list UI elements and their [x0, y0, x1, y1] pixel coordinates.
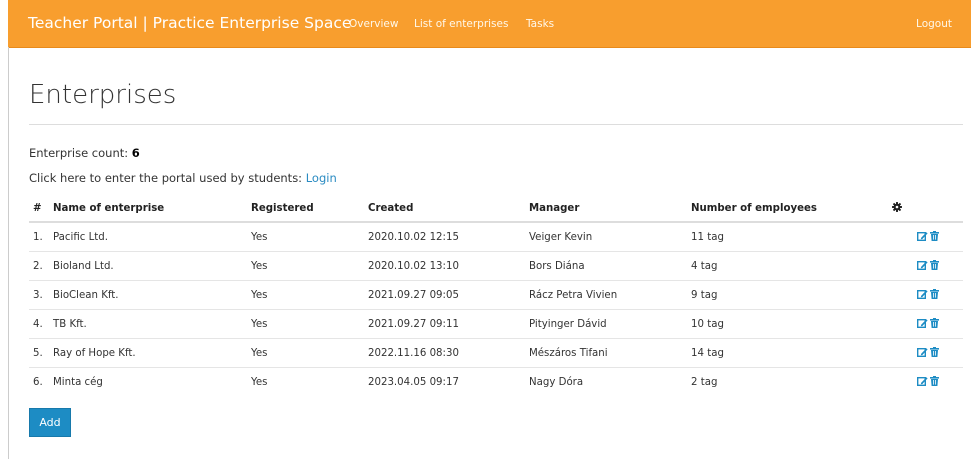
col-manager: Manager	[529, 196, 691, 223]
enterprise-count: Enterprise count: 6	[29, 146, 140, 160]
created-cell: 2021.09.27 09:11	[368, 309, 529, 339]
employees-cell: 10 tag	[691, 309, 892, 339]
left-border	[8, 47, 9, 459]
trash-icon[interactable]	[929, 346, 939, 357]
title-divider	[29, 124, 963, 125]
portal-brand[interactable]: Teacher Portal | Practice Enterprise Spa…	[28, 14, 351, 32]
edit-icon[interactable]	[916, 231, 928, 241]
enterprise-name: Bioland Ltd.	[53, 251, 251, 281]
registered-cell: Yes	[251, 367, 368, 396]
created-cell: 2023.04.05 09:17	[368, 367, 529, 396]
row-number: 3.	[29, 280, 53, 310]
manager-cell: Rácz Petra Vivien	[529, 280, 691, 310]
employees-cell: 14 tag	[691, 338, 892, 368]
table-header-row: # Name of enterprise Registered Created …	[29, 196, 963, 223]
student-portal-text: Click here to enter the portal used by s…	[29, 171, 303, 185]
table-row: 5. Ray of Hope Kft. Yes 2022.11.16 08:30 Més…	[29, 338, 963, 368]
row-actions	[892, 280, 963, 310]
trash-icon[interactable]	[929, 259, 939, 270]
employees-cell: 4 tag	[691, 251, 892, 281]
row-number: 6.	[29, 367, 53, 396]
col-created: Created	[368, 196, 529, 223]
row-actions	[892, 367, 963, 396]
enterprise-name: Pacific Ltd.	[53, 231, 108, 243]
enterprises-table: # Name of enterprise Registered Created …	[29, 196, 963, 396]
enterprise-name: Minta cég	[53, 367, 251, 396]
manager-cell: Nagy Dóra	[529, 367, 691, 396]
registered-cell: Yes	[251, 231, 268, 243]
row-actions	[892, 251, 963, 281]
trash-icon[interactable]	[929, 375, 939, 386]
enterprise-count-value: 6	[131, 146, 140, 160]
enterprise-name: Ray of Hope Kft.	[53, 338, 251, 368]
row-actions	[892, 222, 963, 252]
table-row: 3. BioClean Kft. Yes 2021.09.27 09:05 Rácz P…	[29, 280, 963, 310]
col-settings	[892, 196, 963, 223]
edit-icon[interactable]	[916, 289, 928, 299]
col-number: #	[29, 196, 53, 223]
enterprise-count-label: Enterprise count:	[29, 146, 129, 160]
logout-link[interactable]: Logout	[916, 18, 952, 30]
created-cell: 2020.10.02 13:10	[368, 251, 529, 281]
registered-cell: Yes	[251, 309, 368, 339]
edit-icon[interactable]	[916, 347, 928, 357]
manager-cell: Pityinger Dávid	[529, 309, 691, 339]
table-row: 4. TB Kft. Yes 2021.09.27 09:11 Pityinger Dá…	[29, 309, 963, 339]
created-cell: 2022.11.16 08:30	[368, 338, 529, 368]
employees-cell: 9 tag	[691, 280, 892, 310]
row-number: 4.	[29, 309, 53, 339]
col-employees: Number of employees	[691, 196, 892, 223]
edit-icon[interactable]	[916, 376, 928, 386]
top-navbar: Teacher Portal | Practice Enterprise Spa…	[8, 0, 971, 48]
row-number: 5.	[29, 338, 53, 368]
manager-cell: Bors Diána	[529, 251, 691, 281]
page-title: Enterprises	[29, 80, 177, 110]
student-portal-line: Click here to enter the portal used by s…	[29, 171, 337, 185]
col-registered: Registered	[251, 196, 368, 223]
registered-cell: Yes	[251, 338, 368, 368]
enterprise-name: TB Kft.	[53, 309, 251, 339]
table-row: 2. Bioland Ltd. Yes 2020.10.02 13:10 Bors Di…	[29, 251, 963, 281]
created-cell: 2021.09.27 09:05	[368, 280, 529, 310]
trash-icon[interactable]	[929, 317, 939, 328]
manager-cell: Mészáros Tifani	[529, 338, 691, 368]
row-number: 2.	[29, 251, 53, 281]
login-link[interactable]: Login	[306, 171, 337, 185]
row-number: 1.	[33, 231, 43, 243]
nav-list-of-enterprises[interactable]: List of enterprises	[414, 18, 508, 30]
employees-cell: 2 tag	[691, 367, 892, 396]
col-name: Name of enterprise	[53, 196, 251, 223]
trash-icon[interactable]	[929, 288, 939, 299]
nav-overview[interactable]: Overview	[349, 18, 398, 30]
registered-cell: Yes	[251, 251, 368, 281]
enterprise-name: BioClean Kft.	[53, 280, 251, 310]
registered-cell: Yes	[251, 280, 368, 310]
created-cell: 2020.10.02 12:15	[368, 231, 459, 243]
edit-icon[interactable]	[916, 260, 928, 270]
add-enterprise-button[interactable]: Add	[29, 408, 71, 437]
table-row: 1. Pacific Ltd. Yes 2020.10.02 12:15 Veiger …	[29, 222, 963, 252]
row-actions	[892, 338, 963, 368]
gear-icon	[892, 202, 902, 212]
nav-tasks[interactable]: Tasks	[526, 18, 554, 30]
edit-icon[interactable]	[916, 318, 928, 328]
table-row: 6. Minta cég Yes 2023.04.05 09:17 Nagy Dóra 2…	[29, 367, 963, 396]
row-actions	[892, 309, 963, 339]
trash-icon[interactable]	[929, 230, 939, 241]
employees-cell: 11 tag	[691, 231, 724, 243]
manager-cell: Veiger Kevin	[529, 231, 593, 243]
